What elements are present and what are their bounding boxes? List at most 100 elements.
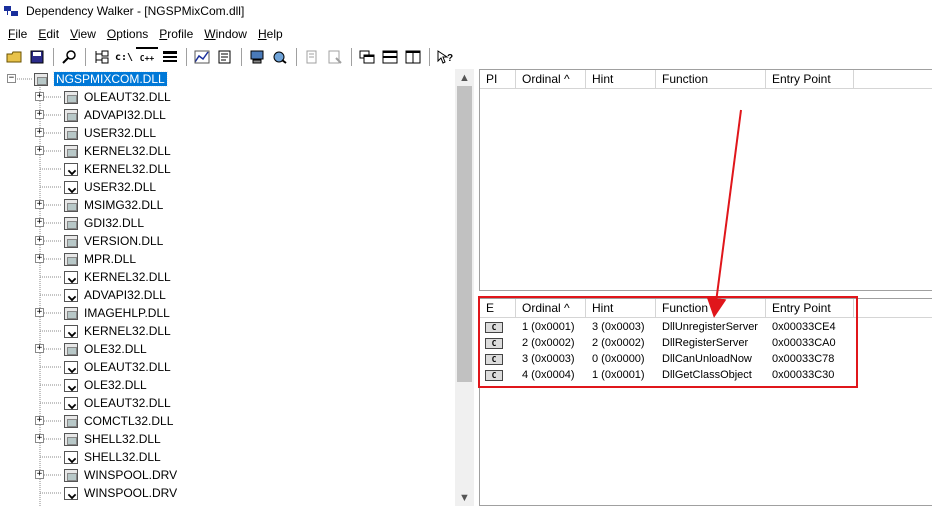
tree-item-label[interactable]: KERNEL32.DLL (84, 324, 171, 338)
exports-col-hint[interactable]: Hint (586, 299, 656, 317)
menu-edit[interactable]: Edit (33, 27, 65, 41)
expand-icon[interactable]: + (35, 110, 44, 119)
tree-item-label[interactable]: SHELL32.DLL (84, 432, 161, 446)
tree-item-label[interactable]: OLE32.DLL (84, 378, 147, 392)
tree-item[interactable]: + SHELL32.DLL (35, 430, 161, 448)
system-info-icon[interactable] (246, 47, 268, 67)
tree-item[interactable]: + WINSPOOL.DRV (35, 466, 177, 484)
copy-icon[interactable] (301, 47, 323, 67)
tree-item-label[interactable]: KERNEL32.DLL (84, 162, 171, 176)
imports-col-function[interactable]: Function (656, 70, 766, 88)
tree-item-label[interactable]: USER32.DLL (84, 126, 156, 140)
tree-item[interactable]: + USER32.DLL (35, 124, 156, 142)
properties-icon[interactable] (214, 47, 236, 67)
tree-item-label[interactable]: KERNEL32.DLL (84, 270, 171, 284)
imports-col-ordinal[interactable]: Ordinal ^ (516, 70, 586, 88)
profile-chart-icon[interactable] (191, 47, 213, 67)
tree-item-label[interactable]: ADVAPI32.DLL (84, 288, 166, 302)
tree-item[interactable]: + KERNEL32.DLL (35, 142, 171, 160)
tree-item[interactable]: + MSIMG32.DLL (35, 196, 163, 214)
expand-icon[interactable]: + (35, 344, 44, 353)
expand-icon[interactable]: + (35, 308, 44, 317)
tree-item[interactable]: KERNEL32.DLL (35, 160, 171, 178)
tree-item[interactable]: WINSPOOL.DRV (35, 484, 177, 502)
tree-item[interactable]: OLE32.DLL (35, 376, 147, 394)
imports-col-hint[interactable]: Hint (586, 70, 656, 88)
cpath-button[interactable]: c:\ (113, 47, 135, 67)
expand-icon[interactable]: + (35, 146, 44, 155)
tree-item-label[interactable]: MPR.DLL (84, 252, 136, 266)
tree-item-label[interactable]: VERSION.DLL (84, 234, 163, 248)
tree-item[interactable]: + OLEAUT32.DLL (35, 88, 171, 106)
tree-item-label[interactable]: COMCTL32.DLL (84, 414, 173, 428)
scrollbar-thumb[interactable] (457, 86, 472, 382)
expand-icon[interactable]: + (35, 200, 44, 209)
exports-list[interactable]: E Ordinal ^ Hint Function Entry Point C 1… (479, 298, 932, 506)
tree-item-label[interactable]: GDI32.DLL (84, 216, 144, 230)
tree-item[interactable]: + GDI32.DLL (35, 214, 144, 232)
tree-vertical-scrollbar[interactable]: ▲ ▼ (455, 69, 474, 506)
tree-item[interactable]: + OLE32.DLL (35, 340, 147, 358)
expand-icon[interactable]: + (35, 236, 44, 245)
expand-icon[interactable]: + (35, 218, 44, 227)
tree-item-label[interactable]: WINSPOOL.DRV (84, 468, 177, 482)
cascade-windows-icon[interactable] (356, 47, 378, 67)
tree-item[interactable]: SHELL32.DLL (35, 448, 161, 466)
tree-item-label[interactable]: WINSPOOL.DRV (84, 486, 177, 500)
tree-item[interactable]: USER32.DLL (35, 178, 156, 196)
tree-item[interactable]: OLEAUT32.DLL (35, 358, 171, 376)
tree-item-label[interactable]: IMAGEHLP.DLL (84, 306, 170, 320)
menu-profile[interactable]: Profile (154, 27, 199, 41)
menu-options[interactable]: Options (102, 27, 154, 41)
undecorate-cpp-button[interactable]: C++ (136, 47, 158, 67)
tree-root-row[interactable]: − NGSPMIXCOM.DLL (7, 70, 168, 88)
tree-item[interactable]: OLEAUT32.DLL (35, 394, 171, 412)
export-row[interactable]: C 1 (0x0001) 3 (0x0003) DllUnregisterServer… (480, 319, 932, 335)
expand-icon[interactable]: + (35, 254, 44, 263)
parent-imports-list[interactable]: PI Ordinal ^ Hint Function Entry Point (479, 69, 932, 291)
tree-item[interactable]: + MPR.DLL (35, 250, 136, 268)
tree-item[interactable]: + VERSION.DLL (35, 232, 163, 250)
tree-item[interactable]: KERNEL32.DLL (35, 322, 171, 340)
tree-item-label[interactable]: MSIMG32.DLL (84, 198, 163, 212)
collapse-icon[interactable]: − (7, 74, 16, 83)
tree-item-label[interactable]: OLEAUT32.DLL (84, 396, 171, 410)
scroll-down-icon[interactable]: ▼ (459, 493, 470, 504)
find-module-icon[interactable] (58, 47, 80, 67)
tile-vertical-icon[interactable] (402, 47, 424, 67)
imports-col-entry-point[interactable]: Entry Point (766, 70, 854, 88)
export-row[interactable]: C 4 (0x0004) 1 (0x0001) DllGetClassObject 0x… (480, 367, 932, 383)
menu-window[interactable]: Window (199, 27, 253, 41)
full-paths-icon[interactable] (90, 47, 112, 67)
tree-item-label[interactable]: USER32.DLL (84, 180, 156, 194)
tree-item[interactable]: + ADVAPI32.DLL (35, 106, 166, 124)
tree-item[interactable]: + COMCTL32.DLL (35, 412, 173, 430)
imports-col-pi[interactable]: PI (480, 70, 516, 88)
tile-horizontal-icon[interactable] (379, 47, 401, 67)
tree-item-label[interactable]: OLEAUT32.DLL (84, 90, 171, 104)
open-icon[interactable] (3, 47, 25, 67)
tree-item[interactable]: KERNEL32.DLL (35, 268, 171, 286)
tree-item[interactable]: ADVAPI32.DLL (35, 286, 166, 304)
expand-icon[interactable]: + (35, 416, 44, 425)
export-row[interactable]: C 2 (0x0002) 2 (0x0002) DllRegisterServer 0x… (480, 335, 932, 351)
tree-item-label[interactable]: ADVAPI32.DLL (84, 108, 166, 122)
highlight-match-icon[interactable] (324, 47, 346, 67)
tree-item[interactable]: + IMAGEHLP.DLL (35, 304, 170, 322)
external-viewer-icon[interactable] (269, 47, 291, 67)
tree-item-label[interactable]: OLEAUT32.DLL (84, 360, 171, 374)
tree-item-label[interactable]: KERNEL32.DLL (84, 144, 171, 158)
save-icon[interactable] (26, 47, 48, 67)
expand-icon[interactable]: + (35, 128, 44, 137)
exports-col-e[interactable]: E (480, 299, 516, 317)
expand-icon[interactable]: + (35, 470, 44, 479)
exports-col-entry-point[interactable]: Entry Point (766, 299, 854, 317)
menu-view[interactable]: View (65, 27, 102, 41)
context-help-icon[interactable]: ? (434, 47, 456, 67)
exports-col-function[interactable]: Function (656, 299, 766, 317)
scroll-up-icon[interactable]: ▲ (459, 73, 470, 84)
expand-icon[interactable]: + (35, 92, 44, 101)
expand-icon[interactable]: + (35, 434, 44, 443)
module-dependency-tree[interactable]: − NGSPMIXCOM.DLL + OLEAUT32.DLL + ADVAPI32.… (0, 69, 455, 506)
export-row[interactable]: C 3 (0x0003) 0 (0x0000) DllCanUnloadNow 0x00… (480, 351, 932, 367)
